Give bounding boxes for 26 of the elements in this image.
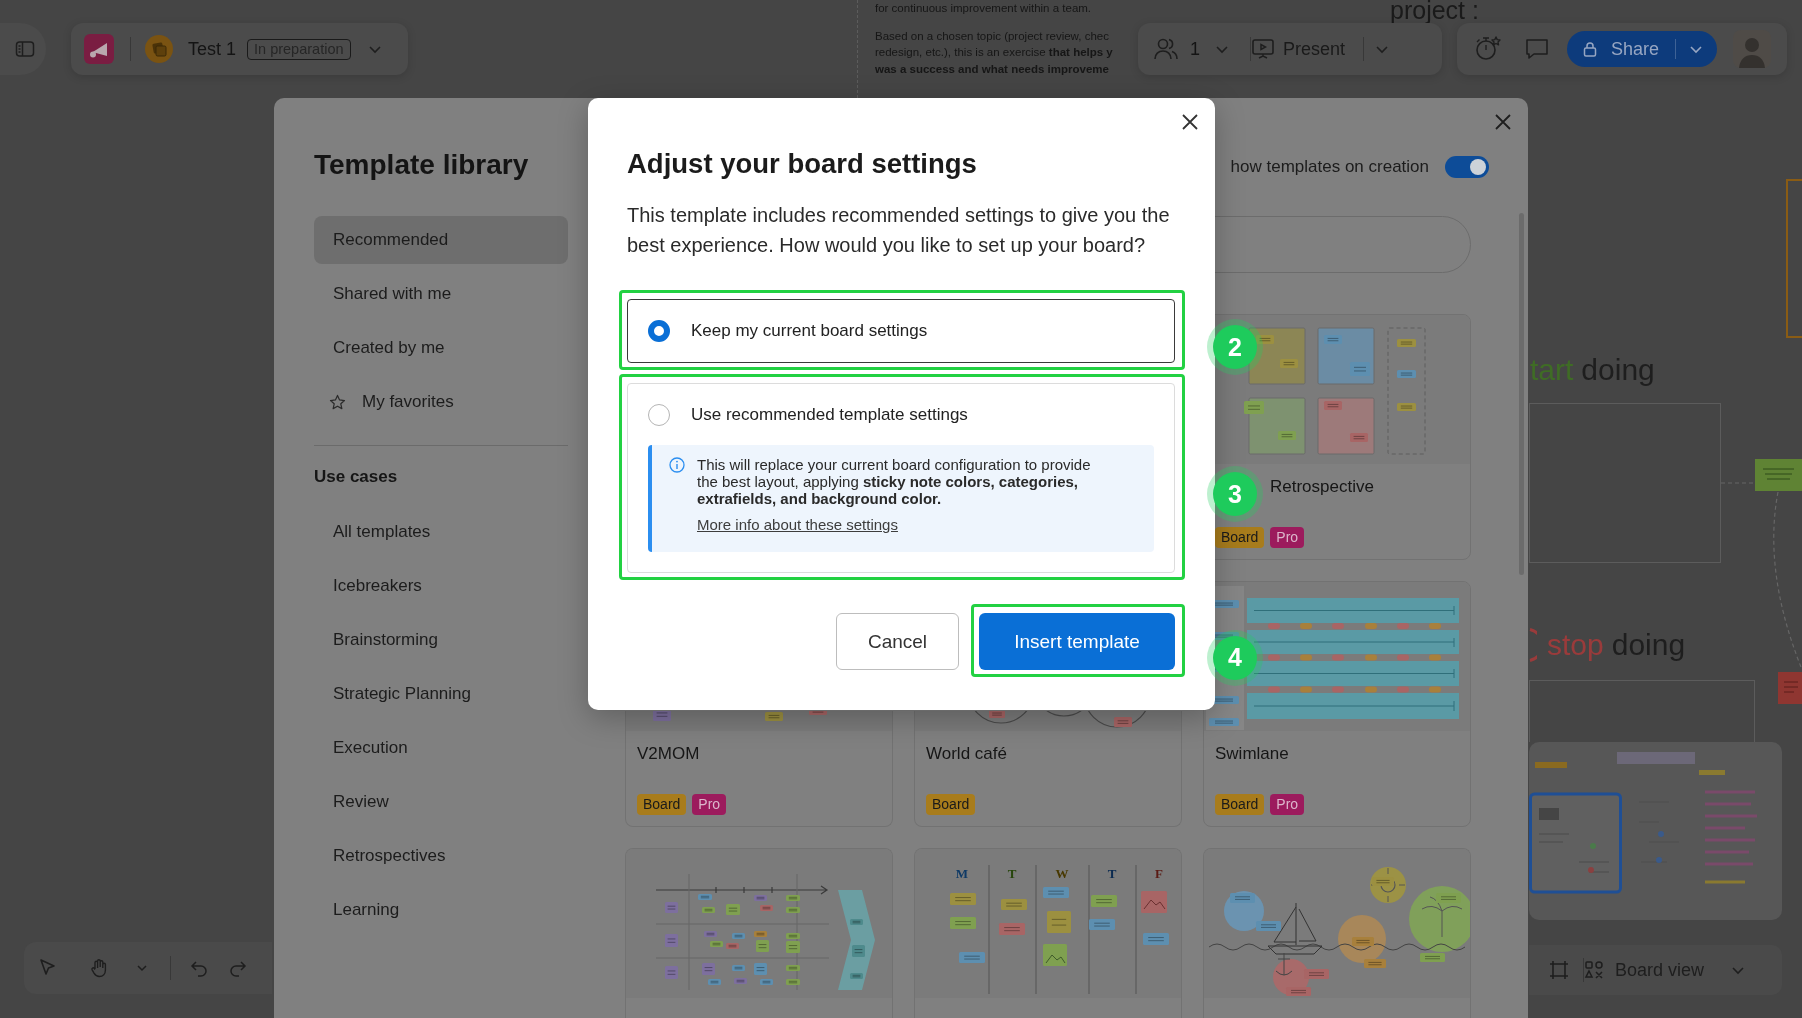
template-title: World café <box>926 743 1008 765</box>
panel-title: Template library <box>314 148 530 182</box>
template-tag: Pro <box>1270 527 1305 548</box>
dialog-title: Adjust your board settings <box>627 147 978 181</box>
day-label: W <box>1055 866 1069 881</box>
day-label: F <box>1155 866 1163 881</box>
template-title: Retrospective <box>1270 476 1375 498</box>
callout-badge: 4 <box>1207 629 1263 686</box>
day-label: T <box>1007 866 1017 881</box>
heading-accent: stop <box>1547 628 1604 662</box>
template-tag: Board <box>1215 527 1265 548</box>
template-tag: Board <box>926 794 976 815</box>
toggle-label: how templates on creation <box>1230 157 1429 177</box>
template-tag: Pro <box>692 794 727 815</box>
callout-badge: 3 <box>1207 466 1263 522</box>
info-text: This will replace your current board configuration to provide the best layout, applying sticky note colors, categories, extrafields, and background color. <box>697 456 1092 507</box>
dialog-description: This template includes recommended settings to give you the best experience. How would you like to set up your board? <box>627 203 1171 258</box>
template-tag: Board <box>1215 794 1265 815</box>
template-title: Swimlane <box>1215 743 1290 765</box>
day-label: T <box>1107 866 1117 881</box>
section-heading: Use cases <box>314 466 399 488</box>
callout-badge: 2 <box>1207 319 1263 375</box>
template-tag: Pro <box>1270 794 1305 815</box>
template-tag: Board <box>637 794 687 815</box>
template-title: V2MOM <box>637 743 701 765</box>
day-label: M <box>955 866 969 881</box>
